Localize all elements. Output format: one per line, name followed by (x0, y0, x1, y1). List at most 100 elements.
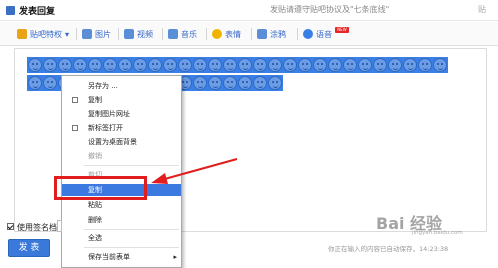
toolbar-emoticon-label: 表情 (225, 29, 241, 39)
emoticon-image[interactable] (28, 76, 42, 90)
music-icon (168, 29, 178, 39)
emoticon-image[interactable] (163, 58, 177, 72)
emoticon-image[interactable] (208, 58, 222, 72)
header-edge-text: 贴 (478, 5, 486, 14)
emoticon-image[interactable] (343, 58, 357, 72)
emoticon-image[interactable] (103, 58, 117, 72)
toolbar-privilege-label: 贴吧特权 (30, 29, 62, 39)
new-tab-icon (72, 125, 78, 131)
toolbar-voice-label: 语音 (316, 29, 332, 39)
reply-header: 发表回复 发贴请遵守贴吧协议及"七条底线" 贴 (0, 0, 498, 21)
emoticon-image[interactable] (58, 58, 72, 72)
toolbar-image-button[interactable]: 图片 (82, 27, 111, 41)
emoticon-image[interactable] (358, 58, 372, 72)
emoticon-image[interactable] (373, 58, 387, 72)
emoticon-image[interactable] (118, 58, 132, 72)
emoticon-image[interactable] (268, 76, 282, 90)
menu-item-select-all[interactable]: 全选 (62, 232, 181, 244)
chevron-down-icon: ▾ (65, 29, 70, 39)
emoticon-image[interactable] (433, 58, 447, 72)
graffiti-icon (257, 29, 267, 39)
red-arrow-icon (151, 157, 238, 184)
menu-divider (84, 247, 179, 248)
emoticon-image[interactable] (193, 76, 207, 90)
emoticon-image[interactable] (253, 58, 267, 72)
watermark-url: jingyan.baidu.com (412, 230, 463, 236)
emoticon-image[interactable] (133, 58, 147, 72)
menu-item-label: 复制 (88, 96, 102, 104)
video-icon (124, 29, 134, 39)
menu-item-label: 全选 (88, 234, 102, 242)
menu-item-label: 粘贴 (88, 201, 102, 209)
toolbar-music-label: 音乐 (181, 29, 197, 39)
menu-item-delete[interactable]: 删除 (62, 214, 181, 226)
menu-item-label: 保存当前表单 (88, 253, 130, 261)
menu-item-label: 复制图片网址 (88, 110, 130, 118)
emoticon-image[interactable] (268, 58, 282, 72)
toolbar-divider (251, 28, 252, 40)
microphone-icon (303, 29, 313, 39)
toolbar-music-button[interactable]: 音乐 (168, 27, 197, 41)
emoticon-image[interactable] (148, 58, 162, 72)
chevron-right-icon: ▸ (173, 253, 177, 261)
emoticon-image[interactable] (73, 58, 87, 72)
crown-icon (17, 29, 27, 39)
toolbar-divider (297, 28, 298, 40)
highlight-box (54, 176, 147, 200)
menu-item-label: 另存为 ... (88, 82, 118, 90)
emoticon-image[interactable] (223, 58, 237, 72)
emoticon-image[interactable] (28, 58, 42, 72)
toolbar-video-label: 视频 (137, 29, 153, 39)
emoticon-image[interactable] (283, 58, 297, 72)
page-title: 发表回复 (19, 7, 56, 17)
emoticon-image[interactable] (403, 58, 417, 72)
emoticon-image[interactable] (328, 58, 342, 72)
emoticon-image[interactable] (238, 58, 252, 72)
signature-label: 使用签名档 (17, 223, 57, 232)
emoticon-image[interactable] (313, 58, 327, 72)
emoticon-image[interactable] (238, 76, 252, 90)
toolbar-graffiti-label: 涂鸦 (270, 29, 286, 39)
toolbar-divider (206, 28, 207, 40)
selected-emoticons-row-1[interactable] (27, 57, 448, 73)
toolbar-divider (118, 28, 119, 40)
signature-checkbox[interactable] (7, 223, 14, 230)
emoticon-image[interactable] (253, 76, 267, 90)
emoticon-image[interactable] (43, 58, 57, 72)
posting-notice-link[interactable]: 发贴请遵守贴吧协议及"七条底线" (270, 4, 389, 15)
emoticon-image[interactable] (193, 58, 207, 72)
emoticon-image[interactable] (388, 58, 402, 72)
editor-toolbar: 贴吧特权 ▾ 图片 视频 音乐 表情 涂鸦 语音 (0, 22, 498, 46)
menu-item-label: 撤销 (88, 152, 102, 160)
post-button[interactable]: 发 表 (8, 239, 50, 257)
emoticon-image[interactable] (223, 76, 237, 90)
toolbar-divider (162, 28, 163, 40)
menu-item-copy-image[interactable]: 复制 (62, 94, 181, 106)
emoticon-image[interactable] (178, 58, 192, 72)
menu-item-label: 设置为桌面背景 (88, 138, 137, 146)
toolbar-voice-button[interactable]: 语音 (303, 27, 332, 41)
image-icon (82, 29, 92, 39)
menu-item-label: 新标签打开 (88, 124, 123, 132)
menu-item-copy-image-url[interactable]: 复制图片网址 (62, 108, 181, 120)
emoticon-image[interactable] (418, 58, 432, 72)
emoticon-image[interactable] (298, 58, 312, 72)
menu-item-paste[interactable]: 粘贴 (62, 199, 181, 211)
menu-item-open-new-tab[interactable]: 新标签打开 (62, 122, 181, 134)
emoticon-image[interactable] (43, 76, 57, 90)
menu-item-set-wallpaper[interactable]: 设置为桌面背景 (62, 136, 181, 148)
toolbar-privilege-button[interactable]: 贴吧特权 ▾ (17, 27, 69, 41)
autosave-status: 你正在输入的内容已自动保存，14:23:38 (328, 245, 449, 253)
copy-icon (72, 97, 78, 103)
new-badge: NEW (335, 27, 349, 33)
signature-select[interactable] (57, 220, 62, 232)
toolbar-video-button[interactable]: 视频 (124, 27, 153, 41)
toolbar-graffiti-button[interactable]: 涂鸦 (257, 27, 286, 41)
menu-item-label: 删除 (88, 216, 102, 224)
emoticon-image[interactable] (208, 76, 222, 90)
smiley-icon (212, 29, 222, 39)
menu-item-save-form[interactable]: 保存当前表单 ▸ (62, 251, 181, 263)
toolbar-emoticon-button[interactable]: 表情 (212, 27, 241, 41)
emoticon-image[interactable] (88, 58, 102, 72)
menu-item-save-as[interactable]: 另存为 ... (62, 80, 181, 92)
